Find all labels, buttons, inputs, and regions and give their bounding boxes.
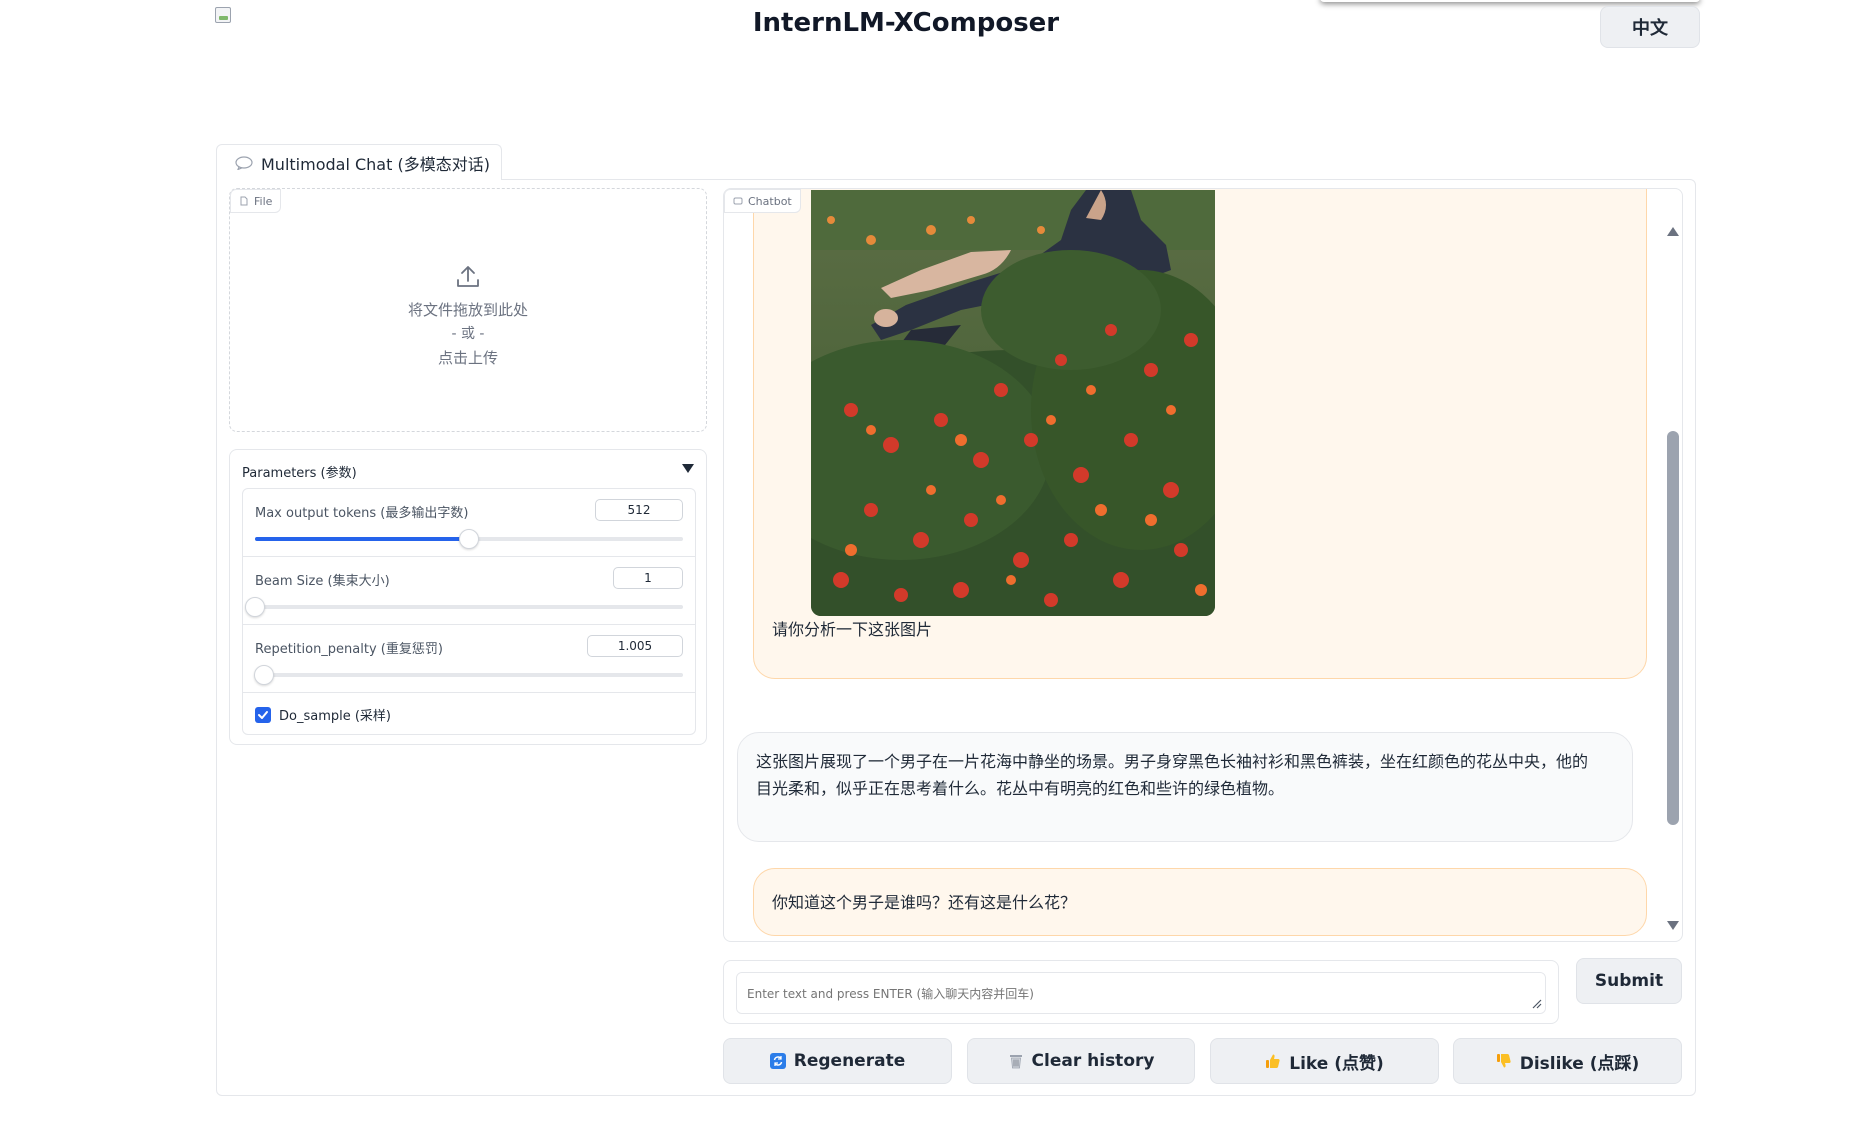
chatbot-panel: Chatbot 请你分析一下这张图片 这张图片展现了一个男子在一片花海中静坐的场… bbox=[723, 188, 1683, 942]
tab-label: Multimodal Chat (多模态对话) bbox=[261, 154, 490, 174]
repetition-penalty-input[interactable]: 1.005 bbox=[587, 635, 683, 657]
upload-icon bbox=[457, 266, 479, 287]
max-tokens-slider-fill bbox=[255, 537, 469, 541]
like-button[interactable]: Like (点赞) bbox=[1210, 1038, 1439, 1084]
clear-history-button[interactable]: Clear history bbox=[967, 1038, 1195, 1084]
app-page: InternLM-XComposer 中文 Multimodal Chat (多… bbox=[0, 0, 1871, 1123]
file-icon bbox=[240, 196, 248, 206]
photo-illustration bbox=[811, 190, 1215, 616]
parameters-accordion: Parameters (参数) Max output tokens (最多输出字… bbox=[229, 449, 707, 745]
repetition-penalty-row: Repetition_penalty (重复惩罚) 1.005 bbox=[243, 625, 695, 693]
beam-size-input[interactable]: 1 bbox=[613, 567, 683, 589]
check-icon bbox=[258, 710, 268, 719]
file-upload-dropzone[interactable]: File 将文件拖放到此处 - 或 - 点击上传 bbox=[229, 188, 707, 432]
beam-size-row: Beam Size (集束大小) 1 bbox=[243, 557, 695, 625]
resize-grip-icon[interactable] bbox=[1532, 999, 1542, 1009]
click-upload-text: 点击上传 bbox=[437, 349, 498, 367]
app-title: InternLM-XComposer bbox=[752, 8, 1060, 38]
parameters-group: Max output tokens (最多输出字数) 512 Beam Size… bbox=[242, 488, 696, 735]
chatbot-icon bbox=[733, 197, 743, 205]
beam-size-slider[interactable] bbox=[245, 597, 683, 617]
bot-message-line-2: 目光柔和，似乎正在思考着什么。花丛中有明亮的红色和些许的绿色植物。 bbox=[756, 779, 1285, 798]
max-tokens-slider-thumb[interactable] bbox=[459, 529, 479, 549]
do-sample-checkbox[interactable] bbox=[255, 706, 271, 723]
repetition-penalty-slider[interactable] bbox=[253, 665, 683, 685]
bot-message: 这张图片展现了一个男子在一片花海中静坐的场景。男子身穿黑色长袖衬衫和黑色裤装，坐… bbox=[737, 732, 1633, 842]
chatbot-label: Chatbot bbox=[724, 189, 801, 213]
max-tokens-row: Max output tokens (最多输出字数) 512 bbox=[243, 489, 695, 557]
collapse-caret-icon[interactable] bbox=[682, 464, 694, 473]
dislike-label: Dislike (点踩) bbox=[1519, 1053, 1640, 1074]
repetition-penalty-label: Repetition_penalty (重复惩罚) bbox=[255, 642, 443, 657]
repetition-penalty-slider-thumb[interactable] bbox=[253, 665, 274, 685]
like-label: Like (点赞) bbox=[1289, 1053, 1384, 1074]
thumbs-down-icon bbox=[1496, 1053, 1512, 1069]
refresh-icon bbox=[769, 1053, 786, 1069]
chatbot-label-text: Chatbot bbox=[748, 194, 792, 208]
max-tokens-label: Max output tokens (最多输出字数) bbox=[255, 506, 469, 521]
user-message-2: 你知道这个男子是谁吗？还有这是什么花？ bbox=[753, 868, 1647, 936]
user-message-1-text: 请你分析一下这张图片 bbox=[772, 620, 933, 639]
do-sample-label: Do_sample (采样) bbox=[279, 709, 392, 724]
user-message-1: 请你分析一下这张图片 bbox=[753, 189, 1647, 679]
file-label: File bbox=[230, 189, 282, 213]
max-tokens-slider[interactable] bbox=[255, 529, 683, 549]
uploaded-photo-man-in-flowers bbox=[811, 190, 1215, 616]
drop-text: 将文件拖放到此处 bbox=[407, 301, 528, 319]
user-message-2-text: 你知道这个男子是谁吗？还有这是什么花？ bbox=[772, 893, 1077, 912]
file-label-text: File bbox=[254, 194, 273, 208]
scroll-thumb[interactable] bbox=[1667, 431, 1679, 825]
thumbs-up-icon bbox=[1265, 1053, 1281, 1069]
regenerate-label: Regenerate bbox=[793, 1051, 906, 1071]
message-input-container bbox=[723, 960, 1559, 1024]
chat-scrollbar[interactable] bbox=[1663, 189, 1682, 941]
or-text: - 或 - bbox=[451, 326, 485, 342]
scroll-down-arrow-icon[interactable] bbox=[1667, 921, 1679, 930]
beam-size-slider-thumb[interactable] bbox=[245, 597, 265, 617]
message-input[interactable] bbox=[736, 972, 1546, 1014]
scroll-up-arrow-icon[interactable] bbox=[1667, 227, 1679, 236]
bot-message-line-1: 这张图片展现了一个男子在一片花海中静坐的场景。男子身穿黑色长袖衬衫和黑色裤装，坐… bbox=[756, 752, 1589, 771]
do-sample-row: Do_sample (采样) bbox=[255, 705, 391, 724]
language-toggle-button[interactable]: 中文 bbox=[1600, 6, 1700, 48]
overlay-shadow-strip bbox=[1320, 0, 1700, 2]
parameters-title[interactable]: Parameters (参数) bbox=[242, 462, 357, 481]
max-tokens-input[interactable]: 512 bbox=[595, 499, 683, 521]
trash-icon bbox=[1008, 1053, 1024, 1069]
beam-size-label: Beam Size (集束大小) bbox=[255, 574, 390, 589]
dislike-button[interactable]: Dislike (点踩) bbox=[1453, 1038, 1682, 1084]
chat-bubble-icon bbox=[235, 155, 253, 170]
submit-button[interactable]: Submit bbox=[1576, 958, 1682, 1004]
regenerate-button[interactable]: Regenerate bbox=[723, 1038, 952, 1084]
clear-history-label: Clear history bbox=[1031, 1051, 1155, 1071]
tab-multimodal-chat[interactable]: Multimodal Chat (多模态对话) bbox=[216, 144, 502, 180]
